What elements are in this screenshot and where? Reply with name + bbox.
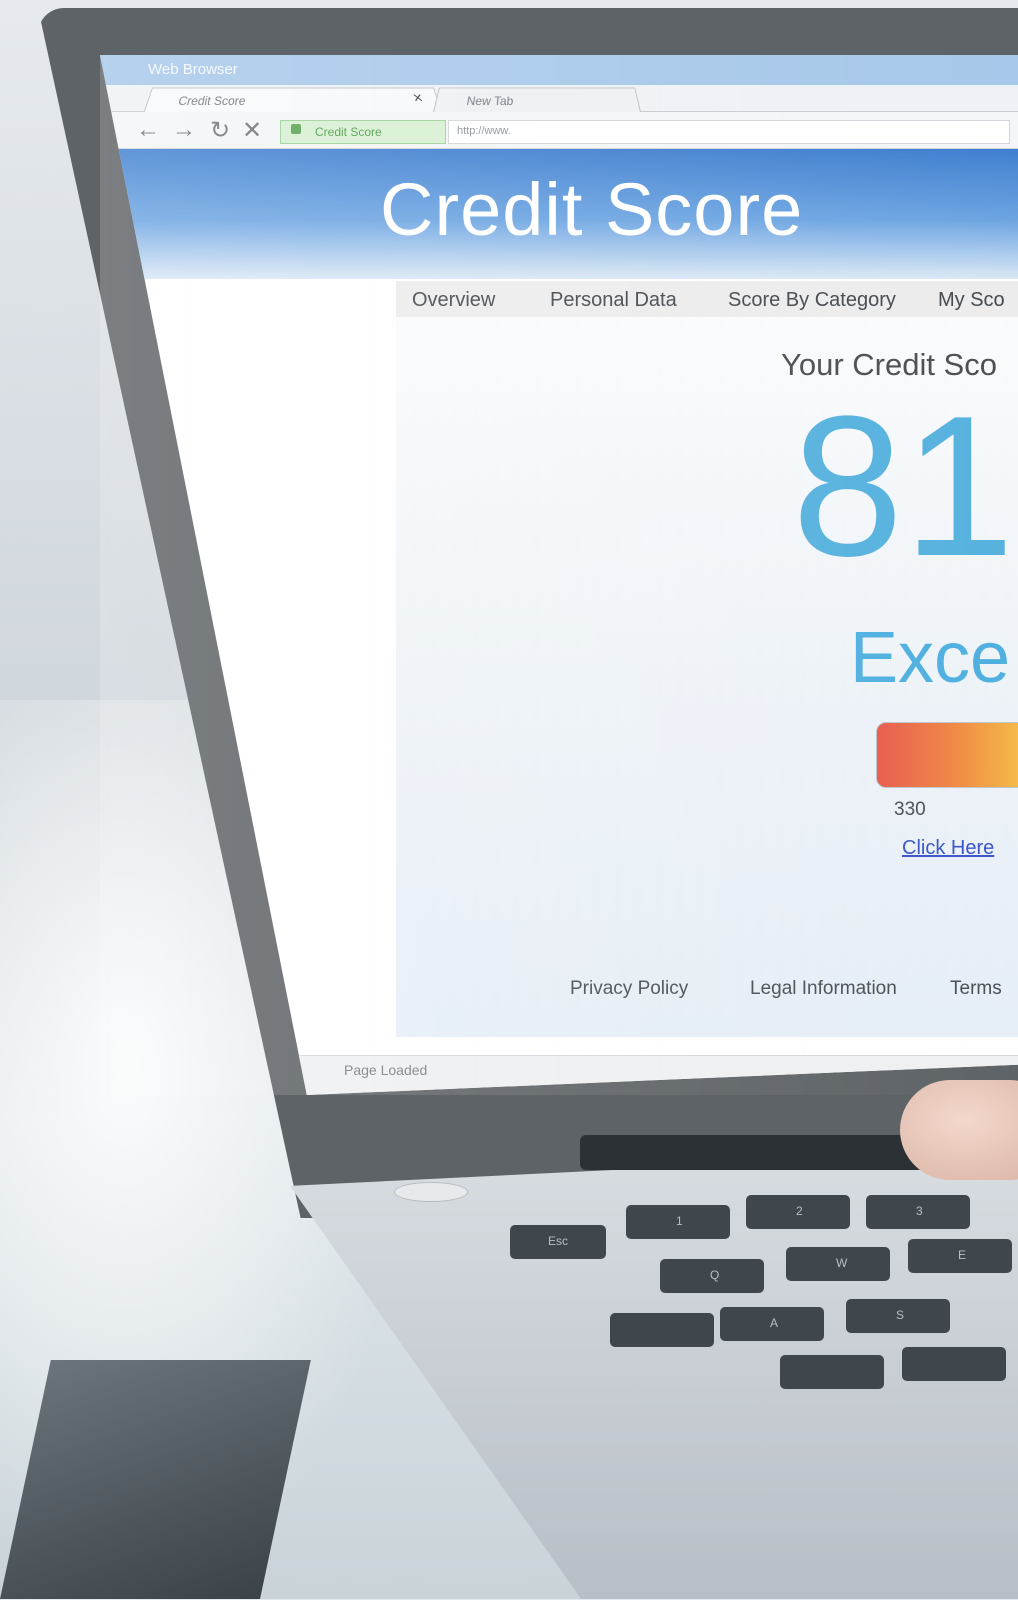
forward-arrow-icon[interactable]: → [172, 116, 196, 144]
score-value: 81 [792, 375, 1015, 598]
key-w[interactable]: W [786, 1247, 890, 1281]
browser-toolbar: ← → ↻ ✕ Credit Score http://www. [100, 112, 1018, 149]
browser-window-title: Web Browser [148, 61, 238, 78]
menu-item-my-score[interactable]: My Sco [938, 289, 1005, 312]
menu-item-overview[interactable]: Overview [412, 289, 495, 312]
stop-icon[interactable]: ✕ [242, 116, 262, 145]
secure-site-label: Credit Score [315, 125, 382, 139]
status-text: Page Loaded [344, 1062, 428, 1078]
secure-site-indicator[interactable]: Credit Score [280, 120, 446, 144]
address-bar-text: http://www. [457, 125, 511, 137]
menu-item-personal-data[interactable]: Personal Data [550, 289, 677, 312]
key-a[interactable]: A [720, 1307, 824, 1341]
close-icon[interactable]: × [411, 90, 426, 108]
score-rating: Exce [850, 618, 1011, 698]
key-3[interactable]: 3 [866, 1195, 970, 1229]
back-arrow-icon[interactable]: ← [136, 116, 160, 144]
key-q[interactable]: Q [660, 1259, 764, 1293]
tab-label: New Tab [465, 94, 514, 109]
key-blank[interactable] [610, 1313, 714, 1347]
tab-label: Credit Score [176, 94, 247, 109]
power-button[interactable] [394, 1182, 468, 1202]
keyboard: Esc 1 2 3 Q W E A S [510, 1195, 1018, 1415]
footer-link-privacy-policy[interactable]: Privacy Policy [570, 978, 688, 1000]
click-here-link[interactable]: Click Here [902, 837, 994, 860]
footer-link-legal-information[interactable]: Legal Information [750, 978, 897, 1000]
user-finger [900, 1080, 1018, 1180]
key-esc[interactable]: Esc [510, 1225, 606, 1259]
reload-icon[interactable]: ↻ [210, 116, 230, 145]
page-title: Credit Score [380, 168, 804, 251]
score-range-min: 330 [894, 799, 926, 820]
site-footer: Privacy Policy Legal Information Terms [570, 970, 1018, 1010]
score-gauge-bar [876, 722, 1018, 788]
lock-icon [291, 124, 301, 134]
key-e[interactable]: E [908, 1239, 1012, 1273]
key-2[interactable]: 2 [746, 1195, 850, 1229]
footer-link-terms[interactable]: Terms [950, 978, 1002, 1000]
key-s[interactable]: S [846, 1299, 950, 1333]
tab-credit-score[interactable]: Credit Score × [143, 87, 443, 113]
site-banner: Credit Score [100, 149, 1018, 279]
menu-item-score-by-category[interactable]: Score By Category [728, 289, 896, 312]
key-blank[interactable] [902, 1347, 1006, 1381]
key-1[interactable]: 1 [626, 1205, 730, 1239]
browser-tab-strip: Credit Score × New Tab [100, 85, 1018, 113]
desk-surface [0, 1360, 311, 1599]
browser-title-bar: Web Browser [100, 55, 1018, 85]
key-blank[interactable] [780, 1355, 884, 1389]
score-panel: Your Credit Sco 81 Exce 330 Click Here [396, 317, 1018, 1037]
site-menu: Overview Personal Data Score By Category… [396, 281, 1018, 317]
tab-new-tab[interactable]: New Tab [432, 87, 642, 113]
address-bar[interactable]: http://www. [448, 120, 1010, 144]
